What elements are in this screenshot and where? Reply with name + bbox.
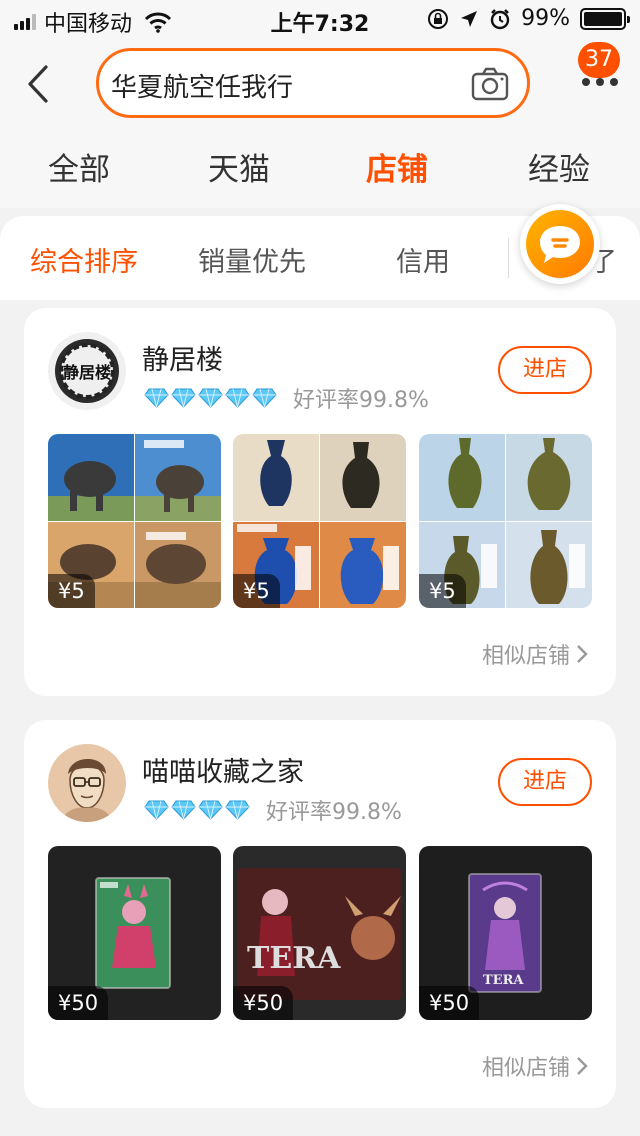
tab-experience[interactable]: 经验 bbox=[528, 144, 590, 189]
back-arrow-icon[interactable] bbox=[24, 64, 52, 104]
enter-shop-button[interactable]: 进店 bbox=[498, 346, 592, 394]
product-price: ¥5 bbox=[419, 574, 466, 608]
product-thumbnail[interactable]: ¥5 bbox=[419, 434, 592, 608]
shop-avatar[interactable]: 静居楼 bbox=[48, 332, 126, 410]
status-bar: 中国移动 上午7:32 99% bbox=[0, 0, 640, 40]
shop-card[interactable]: 静居楼 静居楼 好评率99.8% 进店 ¥5 ¥5 ¥5 相似店铺 bbox=[24, 308, 616, 696]
diamond-icon bbox=[225, 388, 250, 408]
diamond-icon bbox=[144, 388, 169, 408]
diamond-icon bbox=[144, 800, 169, 820]
battery-level bbox=[584, 11, 622, 26]
battery-percent: 99% bbox=[521, 6, 570, 31]
product-thumbnail[interactable]: TERA ¥50 bbox=[233, 846, 406, 1020]
similar-shops-label[interactable]: 相似店铺 bbox=[482, 638, 570, 670]
search-header: 华夏航空任我行 37 bbox=[0, 40, 640, 126]
battery-icon bbox=[580, 7, 630, 30]
shop-products: ¥50 TERA ¥50 TERA ¥50 bbox=[48, 846, 592, 1020]
similar-shops-link[interactable]: 相似店铺 bbox=[482, 638, 588, 670]
enter-shop-button[interactable]: 进店 bbox=[498, 758, 592, 806]
product-price: ¥50 bbox=[419, 986, 480, 1020]
product-price: ¥5 bbox=[233, 574, 280, 608]
shop-avatar[interactable] bbox=[48, 744, 126, 822]
product-price: ¥5 bbox=[48, 574, 95, 608]
chat-icon[interactable] bbox=[526, 210, 594, 278]
search-input[interactable]: 华夏航空任我行 bbox=[96, 48, 530, 118]
product-price: ¥50 bbox=[48, 986, 109, 1020]
svg-text:TERA: TERA bbox=[483, 973, 524, 988]
product-thumbnail[interactable]: ¥50 bbox=[48, 846, 221, 1020]
shop-name[interactable]: 喵喵收藏之家 bbox=[142, 750, 304, 789]
product-price: ¥50 bbox=[233, 986, 294, 1020]
chevron-right-icon bbox=[577, 1057, 588, 1075]
tab-all[interactable]: 全部 bbox=[48, 144, 110, 189]
sort-credit[interactable]: 信用 bbox=[396, 240, 450, 279]
similar-shops-link[interactable]: 相似店铺 bbox=[482, 1050, 588, 1082]
status-right: 99% bbox=[427, 6, 630, 31]
sort-comprehensive[interactable]: 综合排序 bbox=[30, 240, 138, 279]
positive-rate: 好评率99.8% bbox=[293, 388, 429, 413]
diamond-icon bbox=[225, 800, 250, 820]
location-icon bbox=[461, 10, 478, 27]
product-thumbnail[interactable]: ¥5 bbox=[233, 434, 406, 608]
diamond-rating bbox=[144, 800, 250, 820]
product-thumbnail[interactable]: TERA ¥50 bbox=[419, 846, 592, 1020]
chat-button[interactable] bbox=[520, 204, 600, 284]
search-query-text[interactable]: 华夏航空任我行 bbox=[111, 67, 293, 104]
chevron-right-icon bbox=[577, 645, 588, 663]
sort-divider bbox=[508, 238, 509, 278]
diamond-icon bbox=[171, 388, 196, 408]
diamond-icon bbox=[171, 800, 196, 820]
shop-rating: 好评率99.8% bbox=[144, 382, 429, 414]
tera-logo: TERA bbox=[247, 941, 341, 976]
shop-card[interactable]: 喵喵收藏之家 好评率99.8% 进店 ¥50 TERA ¥50 TERA ¥50… bbox=[24, 720, 616, 1108]
shop-rating: 好评率99.8% bbox=[144, 794, 402, 826]
shop-name[interactable]: 静居楼 bbox=[142, 338, 223, 377]
tab-shops[interactable]: 店铺 bbox=[366, 144, 428, 189]
camera-icon[interactable] bbox=[471, 67, 509, 101]
orientation-lock-icon bbox=[428, 8, 449, 29]
diamond-rating bbox=[144, 388, 277, 408]
positive-rate: 好评率99.8% bbox=[266, 800, 402, 825]
tab-tmall[interactable]: 天猫 bbox=[208, 144, 270, 189]
diamond-icon bbox=[252, 388, 277, 408]
shop-products: ¥5 ¥5 ¥5 bbox=[48, 434, 592, 608]
svg-text:静居楼: 静居楼 bbox=[63, 363, 111, 382]
alarm-icon bbox=[490, 8, 510, 29]
diamond-icon bbox=[198, 388, 223, 408]
search-type-tabs: 全部 天猫 店铺 经验 bbox=[0, 126, 640, 208]
more-icon[interactable] bbox=[582, 78, 618, 86]
notification-badge[interactable]: 37 bbox=[578, 42, 620, 78]
product-thumbnail[interactable]: ¥5 bbox=[48, 434, 221, 608]
diamond-icon bbox=[198, 800, 223, 820]
similar-shops-label[interactable]: 相似店铺 bbox=[482, 1050, 570, 1082]
sort-sales[interactable]: 销量优先 bbox=[198, 240, 306, 279]
